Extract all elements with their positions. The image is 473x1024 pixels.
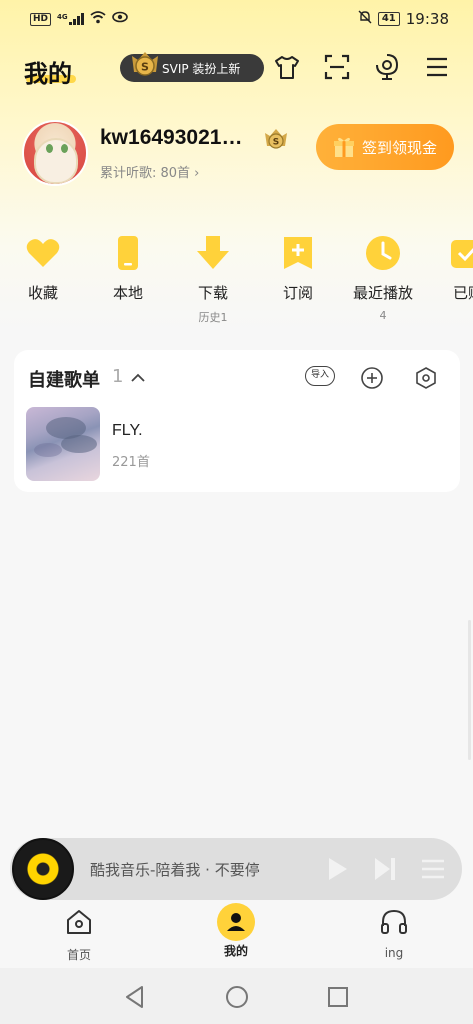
tab-label: ing [384,946,404,960]
bottom-tab-bar: 首页 我的 ing [0,902,473,968]
eye-icon [111,11,128,27]
listened-count-link[interactable]: 累计听歌: 80首 › [100,162,199,181]
quick-action-sub: 历史1 [198,311,228,324]
next-track-icon[interactable] [370,854,400,884]
signin-cash-button[interactable]: 签到领现金 [316,124,454,170]
play-icon[interactable] [322,854,352,884]
import-label: 导入 [305,366,335,386]
chevron-up-icon[interactable] [130,370,146,386]
avatar-eye-left [46,144,53,153]
phone-icon [109,234,147,272]
signin-cash-label: 签到领现金 [362,138,438,157]
status-bar: HD 4G 41 19:38 [0,0,473,38]
tab-home[interactable]: 首页 [34,906,124,963]
svg-text:S: S [273,138,279,148]
profile-icon [216,902,256,942]
quick-action-label: 订阅 [282,284,313,302]
heart-icon [24,234,62,272]
svg-text:S: S [141,61,149,74]
tab-label: 首页 [66,948,91,962]
add-playlist-button[interactable] [360,366,388,390]
svip-crown-icon: S [128,48,162,82]
playlist-settings-button[interactable] [414,366,442,390]
battery-icon: 41 [377,12,400,26]
scrollbar[interactable] [468,620,471,760]
back-triangle-icon[interactable] [122,984,148,1010]
hexagon-settings-icon [416,367,436,389]
tab-label: 我的 [223,944,248,958]
clock-time: 19:38 [405,10,449,28]
playlist-song-count: 221首 [112,455,150,470]
player-track-text[interactable]: 酷我音乐-陪着我 · 不要停 [90,859,296,880]
quick-action-download[interactable]: 下载 历史1 [170,230,256,325]
tab-ing[interactable]: ing [349,906,439,960]
quick-action-subscribe[interactable]: 订阅 [255,230,341,303]
quick-action-label: 下载 [197,284,228,302]
avatar-eye-right [61,144,68,153]
system-navigation-bar [0,968,473,1024]
quick-action-label: 本地 [112,284,143,302]
cover-cloud [34,443,62,457]
plus-icon [361,367,383,389]
cover-cloud [61,435,97,453]
menu-icon[interactable] [422,52,452,82]
tab-profile[interactable]: 我的 [191,903,281,959]
download-icon [194,234,232,272]
subscribe-icon [279,234,317,272]
hd-icon: HD [30,12,52,26]
gift-icon [332,135,356,159]
mini-player[interactable]: 酷我音乐-陪着我 · 不要停 [10,838,462,900]
playlist-cover-image[interactable] [26,407,100,481]
quick-action-recent[interactable]: 最近播放 4 [340,230,426,322]
purchased-icon [449,234,473,272]
recents-square-icon[interactable] [325,984,351,1010]
clock-icon [364,234,402,272]
home-circle-icon[interactable] [224,984,250,1010]
page-title: 我的 [24,60,72,88]
username[interactable]: kw16493021… [100,126,242,150]
page-header: 我的 SVIP 装扮上新 S [0,44,473,94]
quick-action-label: 已购 [452,284,473,302]
home-icon [63,906,95,938]
import-button[interactable]: 导入 [305,366,337,390]
quick-action-label: 最近播放 [352,284,413,302]
quick-action-favorites[interactable]: 收藏 [0,230,86,303]
profile-section: kw16493021… S 累计听歌: 80首 › 签到领现金 [22,120,454,190]
playlist-queue-icon[interactable] [418,854,448,884]
network-type-label: 4G [57,13,68,21]
mute-bell-icon [358,10,372,28]
avatar[interactable] [22,120,88,186]
quick-action-local[interactable]: 本地 [85,230,171,303]
tshirt-icon[interactable] [272,52,302,82]
scan-icon[interactable] [322,52,352,82]
quick-action-purchased[interactable]: 已购 [425,230,473,303]
playlists-card: 自建歌单 1 导入 FLY. 221首 [14,350,460,492]
svip-promo-label: SVIP 装扮上新 [162,61,241,76]
playlists-count: 1 [112,366,124,387]
playlists-title: 自建歌单 [28,370,100,391]
quick-action-label: 收藏 [27,284,58,302]
voice-assistant-icon[interactable] [372,52,402,82]
playlist-name[interactable]: FLY. [112,422,143,440]
quick-action-sub: 4 [379,309,387,322]
headphones-icon [378,906,410,938]
avatar-face [34,138,78,184]
svip-level-badge-icon[interactable]: S [262,126,290,154]
album-disc-icon[interactable] [12,838,74,900]
quick-actions-row: 收藏 本地 下载 历史1 订阅 最近播放 4 已购 [0,230,473,330]
4g-signal-icon: 4G [57,13,84,25]
wifi-icon [90,10,106,28]
